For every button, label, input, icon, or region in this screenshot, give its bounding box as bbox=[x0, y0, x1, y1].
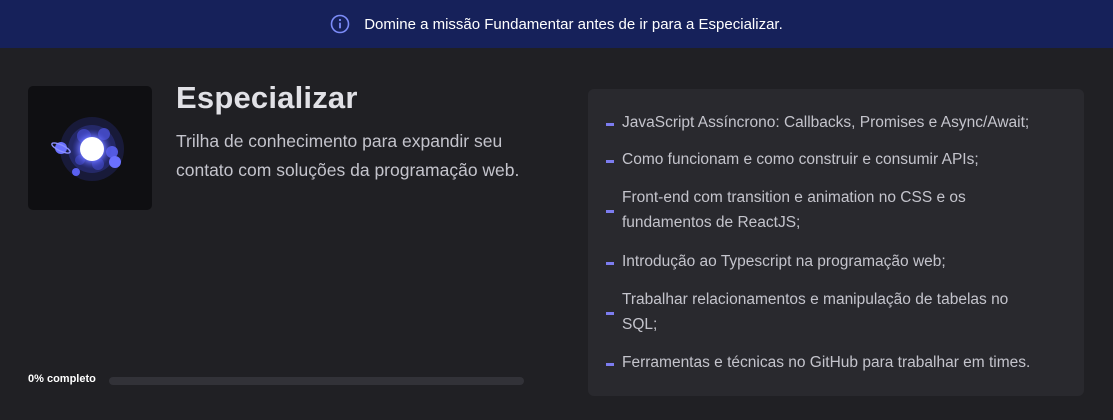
progress-bar bbox=[109, 377, 524, 385]
bullet-dash-icon bbox=[606, 159, 614, 163]
track-description: Trilha de conhecimento para expandir seu… bbox=[176, 131, 520, 180]
topic-item: Como funcionam e como construir e consum… bbox=[606, 147, 1046, 172]
track-title: Especializar bbox=[176, 80, 358, 115]
topic-item: Front-end com transition e animation no … bbox=[606, 185, 1046, 235]
topic-text: Trabalhar relacionamentos e manipulação … bbox=[622, 291, 1009, 333]
info-banner: Domine a missão Fundamentar antes de ir … bbox=[0, 0, 1113, 48]
topic-text: Front-end com transition e animation no … bbox=[622, 189, 966, 231]
topic-text: Introdução ao Typescript na programação … bbox=[622, 253, 946, 270]
topic-item: JavaScript Assíncrono: Callbacks, Promis… bbox=[606, 110, 1046, 135]
bullet-dash-icon bbox=[606, 362, 614, 366]
topic-item: Ferramentas e técnicas no GitHub para tr… bbox=[606, 350, 1046, 375]
track-image bbox=[28, 86, 152, 210]
topic-text: Como funcionam e como construir e consum… bbox=[622, 151, 979, 168]
planet-orbit-icon bbox=[51, 117, 124, 181]
bullet-dash-icon bbox=[606, 261, 614, 265]
topic-text: JavaScript Assíncrono: Callbacks, Promis… bbox=[622, 114, 1030, 131]
topic-item: Trabalhar relacionamentos e manipulação … bbox=[606, 287, 1046, 337]
topic-item: Introdução ao Typescript na programação … bbox=[606, 249, 1046, 274]
topic-text: Ferramentas e técnicas no GitHub para tr… bbox=[622, 354, 1031, 371]
progress-label: 0% completo bbox=[28, 373, 96, 385]
topics-panel: JavaScript Assíncrono: Callbacks, Promis… bbox=[588, 89, 1084, 396]
bullet-dash-icon bbox=[606, 210, 614, 213]
banner-text: Domine a missão Fundamentar antes de ir … bbox=[364, 15, 783, 33]
info-circle-icon bbox=[330, 14, 350, 34]
bullet-dash-icon bbox=[606, 122, 614, 126]
bullet-dash-icon bbox=[606, 312, 614, 315]
